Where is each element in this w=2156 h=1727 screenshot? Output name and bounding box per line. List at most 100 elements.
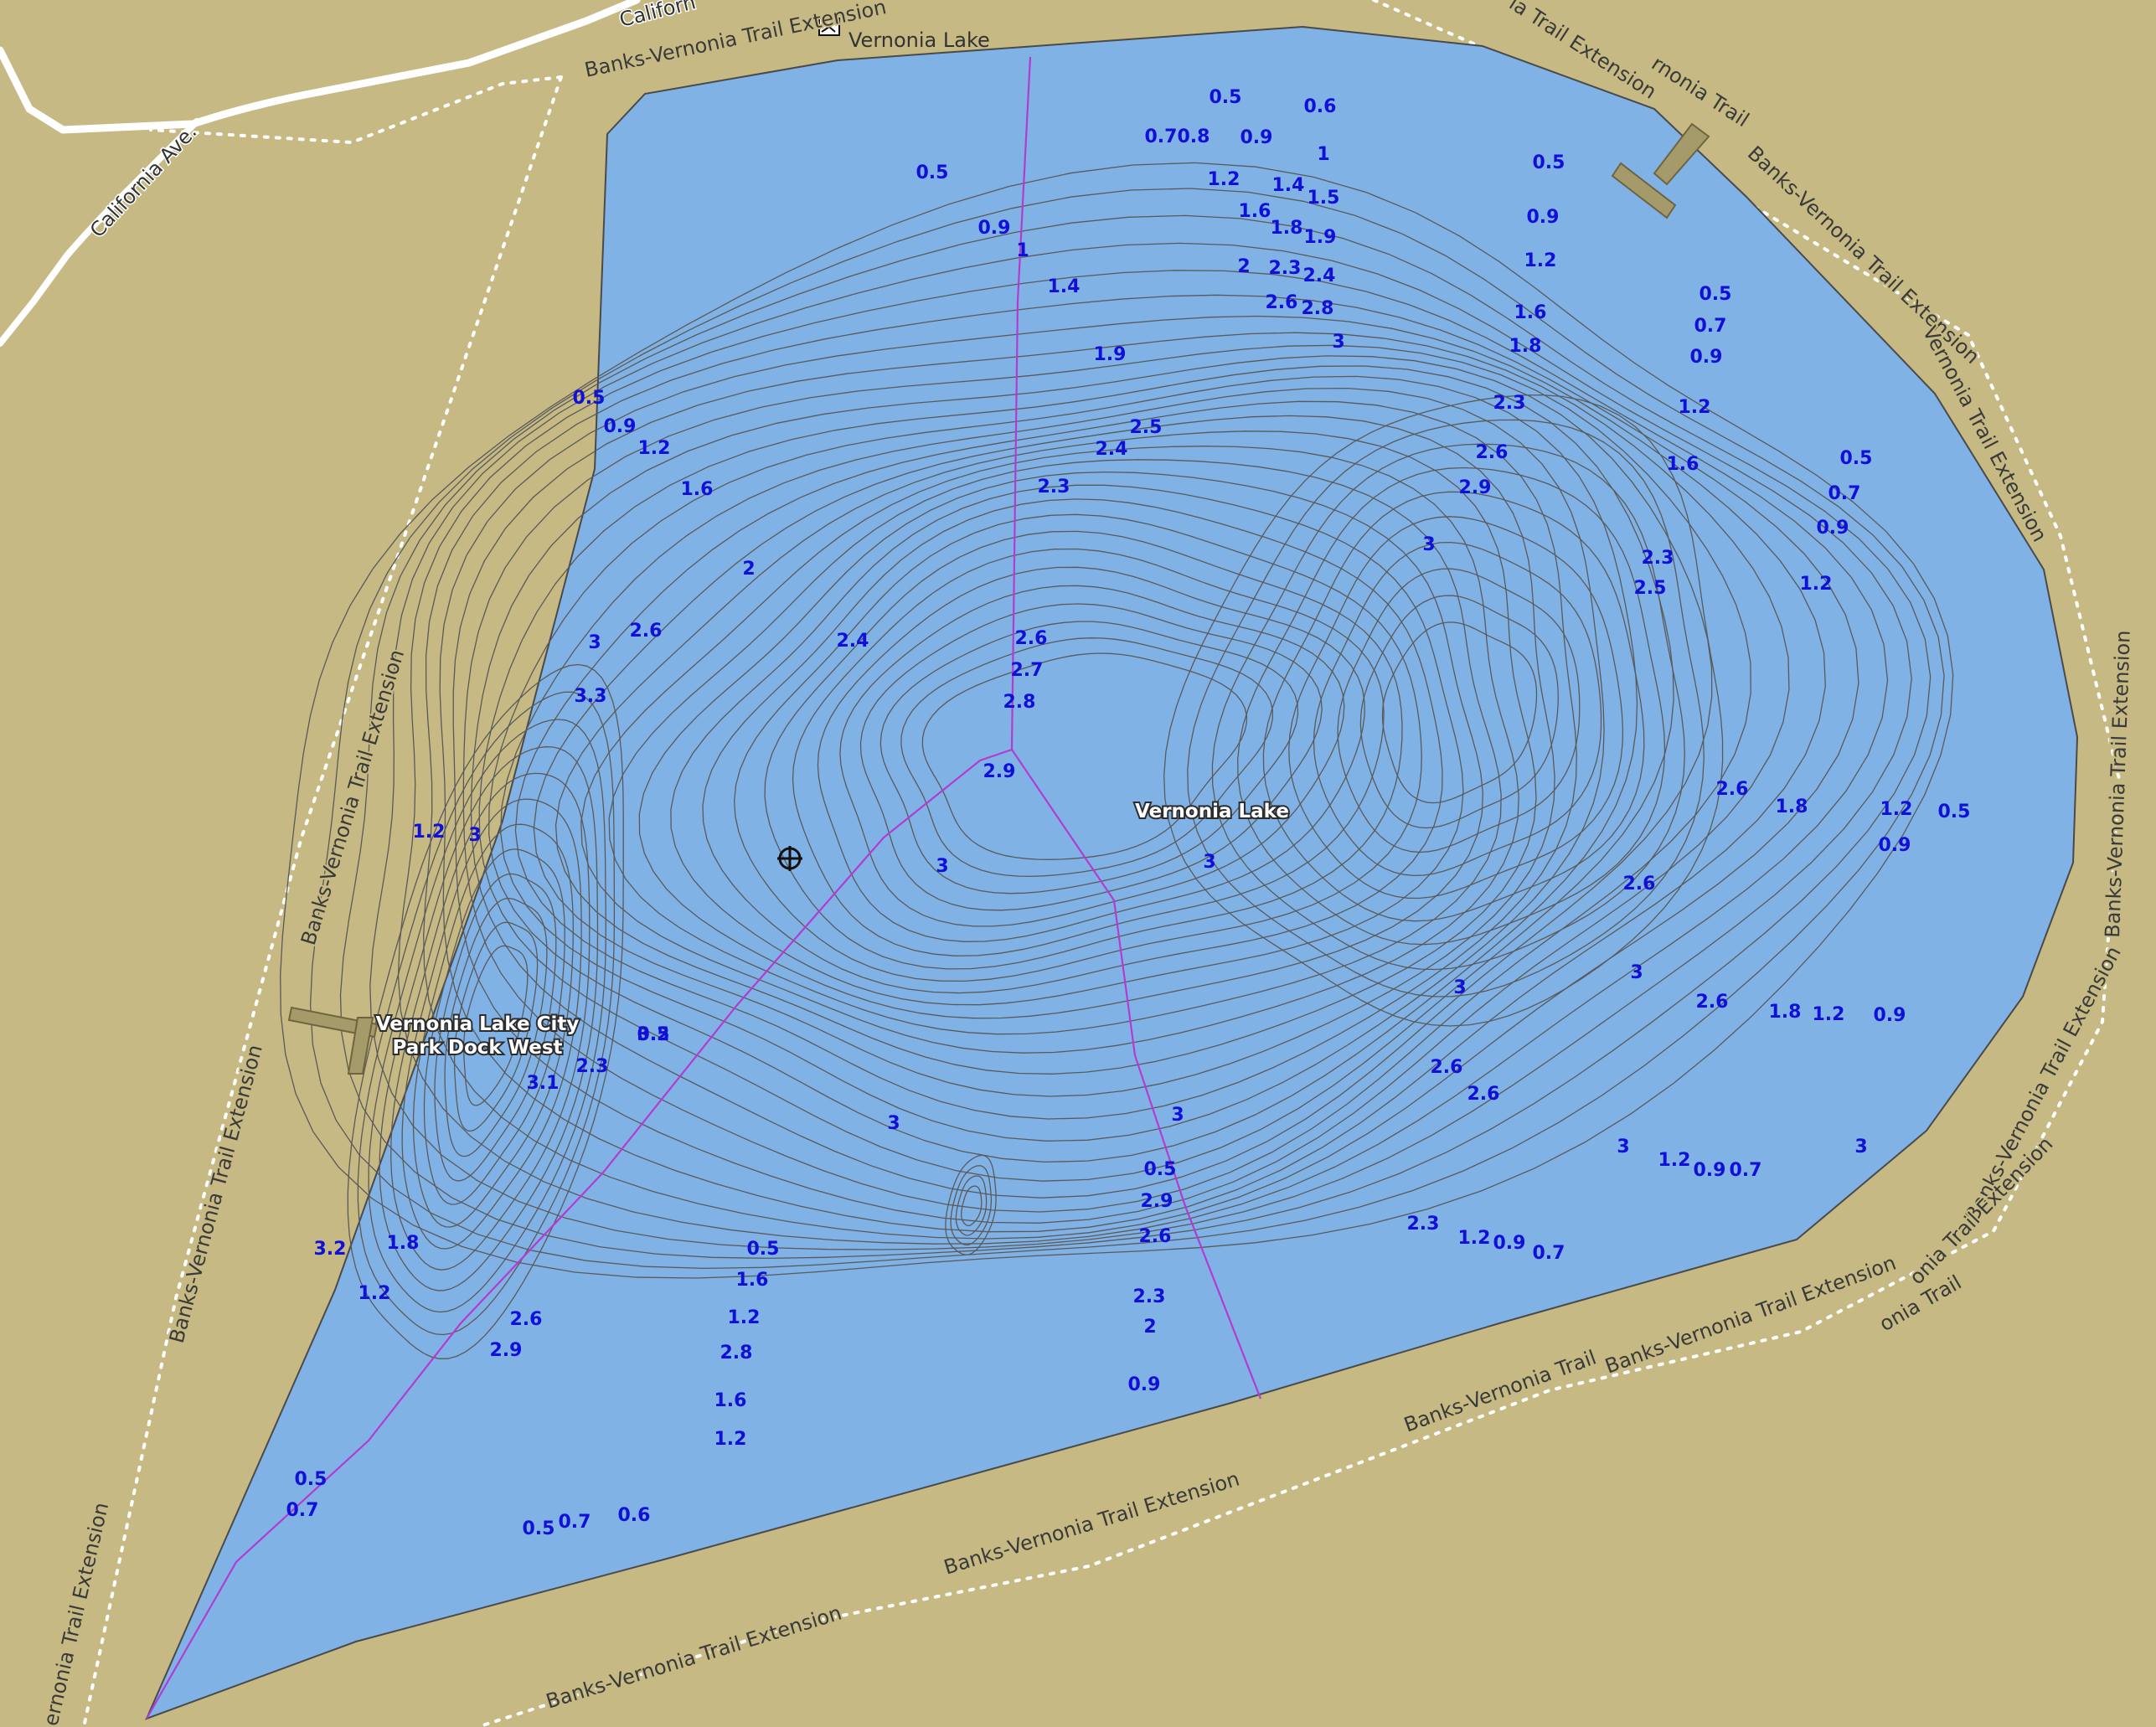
depth-label: 1.9 [1304, 227, 1337, 248]
depth-label: 1.2 [1679, 397, 1711, 418]
depth-label: 1.8 [1776, 796, 1808, 817]
depth-label: 2.3 [1407, 1214, 1440, 1235]
depth-label: 2.3 [1133, 1286, 1166, 1307]
depth-label: 3 [468, 825, 481, 846]
depth-label: 2 [1143, 1317, 1156, 1338]
depth-label: 3.2 [314, 1239, 347, 1260]
depth-label: 1.2 [714, 1429, 747, 1450]
depth-label: 0.9 [1493, 1233, 1526, 1254]
depth-label: 1.6 [714, 1390, 747, 1411]
depth-label: 1.2 [728, 1307, 761, 1328]
depth-label: 0.5 [1700, 284, 1732, 305]
depth-label: 0.8 [1178, 126, 1210, 147]
depth-label: 0.7 [1694, 316, 1727, 337]
depth-label: 2.6 [1467, 1084, 1500, 1105]
dock-name-label-line2: Park Dock West [392, 1037, 562, 1059]
depth-label: 3.3 [575, 686, 607, 707]
depth-label: 3 [1422, 534, 1435, 555]
depth-label: 0.9 [978, 218, 1011, 239]
depth-label: 2.9 [1141, 1191, 1173, 1212]
depth-label: 1.6 [1514, 302, 1547, 323]
depth-label: 2.9 [1459, 477, 1492, 498]
depth-label: 2.6 [630, 621, 663, 642]
depth-label: 2.6 [1476, 442, 1509, 463]
depth-label: 0.7 [1828, 483, 1861, 504]
depth-label: 0.6 [1304, 96, 1337, 117]
depth-label: 2.9 [983, 761, 1016, 782]
lake-name-label: Vernonia Lake [1135, 801, 1289, 822]
depth-label: 2.6 [1266, 292, 1298, 313]
depth-label: 3 [588, 632, 601, 653]
depth-label: 1.2 [1813, 1004, 1845, 1025]
depth-label: 1.2 [1658, 1150, 1691, 1171]
depth-label: 0.5 [573, 388, 606, 409]
depth-label: 1.4 [1048, 276, 1081, 297]
depth-label: 3.1 [527, 1073, 560, 1094]
depth-label: 1.9 [1094, 344, 1127, 365]
depth-label: 1.2 [358, 1283, 391, 1304]
depth-label: 2.3 [576, 1056, 609, 1077]
depth-label: 0.9 [604, 416, 637, 437]
depth-label: 0.9 [1694, 1160, 1726, 1181]
depth-label: 2.6 [1139, 1226, 1172, 1247]
depth-label: 0.9 [1874, 1005, 1906, 1026]
depth-label: 0.9 [1879, 835, 1911, 856]
depth-label: 0.5 [916, 162, 949, 183]
depth-label: 2.3 [1269, 258, 1302, 279]
depth-label: 2.4 [1096, 439, 1128, 460]
depth-label: 0.5 [1210, 87, 1242, 108]
depth-label: 1 [1016, 240, 1029, 261]
depth-label: 0.7 [1145, 126, 1178, 147]
depth-label: 1.2 [413, 822, 446, 843]
depth-label: 0.5 [523, 1518, 555, 1539]
depth-label: 2.4 [1303, 265, 1336, 286]
depth-label: 0.9 [1128, 1374, 1161, 1395]
depth-label: 2.3 [1642, 548, 1674, 569]
depth-label: 0.6 [618, 1505, 651, 1526]
depth-label: 2 [1237, 256, 1250, 277]
depth-label: 0.9 [1527, 207, 1560, 228]
depth-label: 2.8 [720, 1343, 753, 1364]
depth-label: 3 [1203, 852, 1215, 873]
depth-label: 2.5 [1634, 578, 1667, 599]
depth-label: 1.6 [1667, 454, 1700, 475]
depth-label: 1.8 [1769, 1002, 1802, 1023]
depth-label: 1.2 [1524, 250, 1557, 271]
depth-label: 3 [1453, 977, 1466, 998]
depth-label: 3 [936, 856, 948, 877]
lake-map[interactable]: 0.5 0.60.7 0.8 0.910.50.911.2 1.41.51.61.8 1.… [0, 0, 2156, 1727]
depth-label: 0.5 [1938, 802, 1971, 822]
depth-label: 0.9 [1690, 347, 1723, 368]
depth-label: 1.6 [681, 479, 714, 500]
depth-label: 3.2 [637, 1024, 670, 1045]
depth-label: 2.6 [1015, 628, 1048, 649]
depth-label: 1.2 [1880, 799, 1913, 820]
depth-label: 0.5 [747, 1239, 780, 1260]
depth-label: 1.2 [1800, 574, 1833, 595]
depth-label: 0.7 [559, 1512, 591, 1533]
depth-label: 2 [742, 559, 755, 580]
depth-label: 3 [887, 1113, 900, 1134]
depth-label: 2.3 [1493, 393, 1526, 414]
depth-label: 3 [1854, 1137, 1867, 1157]
depth-label: 2.6 [1696, 992, 1729, 1013]
depth-label: 2.8 [1302, 298, 1334, 319]
depth-label: 2.6 [1716, 779, 1749, 800]
depth-label: 2.6 [1623, 874, 1656, 894]
depth-label: 2.4 [837, 631, 869, 652]
depth-label: 1.8 [1509, 336, 1542, 357]
depth-label: 0.5 [1840, 448, 1873, 469]
depth-label: 1 [1317, 144, 1329, 165]
depth-label: 2.3 [1038, 477, 1070, 497]
depth-label: 0.9 [1817, 518, 1849, 539]
depth-label: 3 [1630, 962, 1643, 983]
depth-label: 1.2 [638, 438, 671, 459]
depth-label: 2.8 [1003, 692, 1036, 713]
depth-label: 1.6 [1239, 201, 1271, 222]
depth-label: 1.8 [387, 1233, 420, 1254]
depth-label: 0.7 [286, 1500, 319, 1521]
depth-label: 1.6 [736, 1270, 769, 1291]
depth-label: 0.9 [1240, 127, 1273, 148]
depth-label: 1.2 [1208, 169, 1240, 190]
depth-label: 0.5 [1533, 152, 1565, 173]
